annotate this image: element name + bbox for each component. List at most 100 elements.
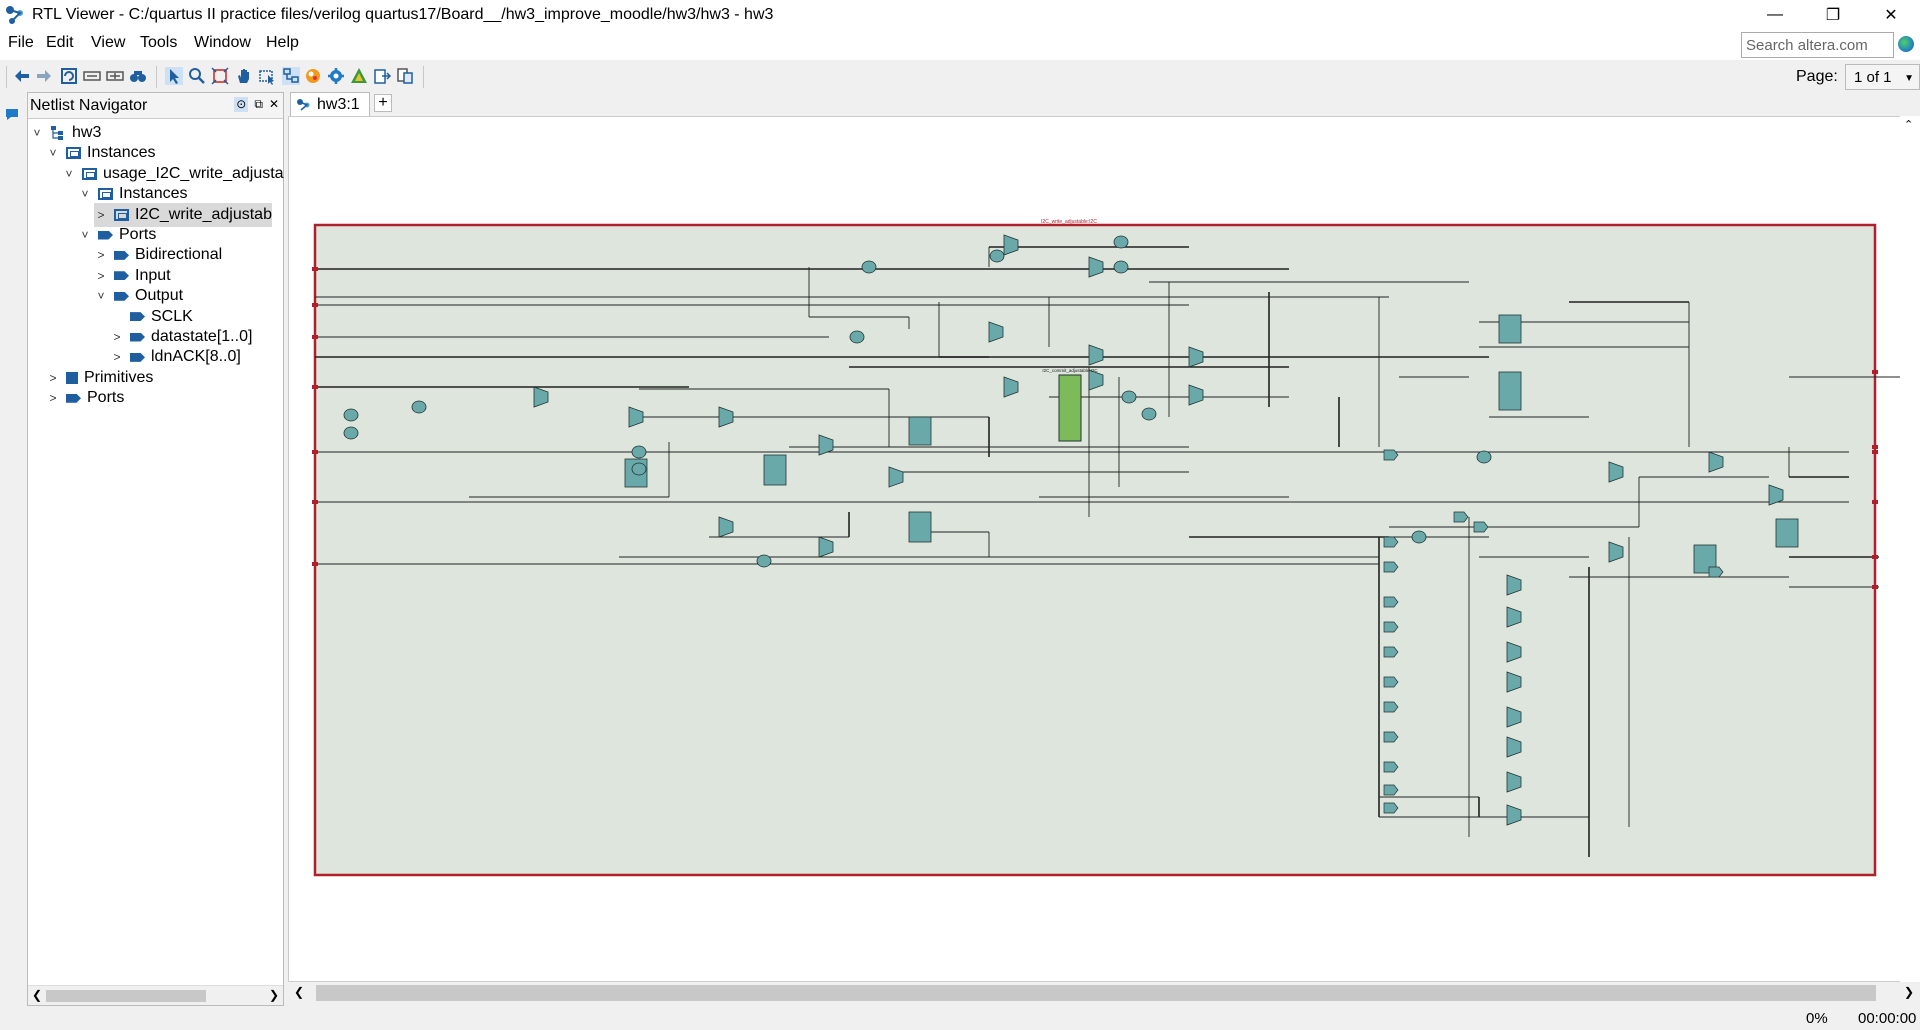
menu-file[interactable]: File [8,34,34,52]
chevron-right-icon[interactable]: ˃ [110,330,124,344]
status-time: 00:00:00 [1858,1010,1917,1027]
close-icon[interactable]: ✕ [269,97,279,112]
page-icon[interactable] [396,67,414,85]
chevron-down-icon[interactable]: ˅ [78,187,92,201]
comparator-block [1121,390,1137,404]
menu-window[interactable]: Window [194,34,251,52]
instance-icon [98,188,113,201]
find-icon[interactable] [129,67,147,85]
chevron-down-icon[interactable]: ˅ [94,289,108,303]
restore-button[interactable]: ❐ [1804,0,1862,30]
port-marker [1872,555,1878,559]
comparator-block [989,249,1005,263]
chevron-down-icon[interactable]: ˅ [62,167,76,181]
chevron-down-icon[interactable]: ˅ [30,126,44,140]
port-marker [1872,450,1878,454]
port-marker [312,500,318,504]
port-icon [130,332,145,342]
tree-item-label: Bidirectional [135,246,223,264]
port-marker [1872,370,1878,374]
scroll-right-icon[interactable]: ❯ [1904,985,1914,999]
menu-tools[interactable]: Tools [140,34,177,52]
menu-help[interactable]: Help [266,34,299,52]
select-icon[interactable] [165,67,183,85]
instance-label: I2C_commit_adjustable:I2C [1042,368,1098,373]
port-marker [312,450,318,454]
settings-icon[interactable] [327,67,345,85]
tree-item-ports[interactable]: ˃ Ports [46,386,124,410]
back-icon[interactable] [13,67,31,85]
schematic-canvas[interactable]: I2C_write_adjustable:I2C I2C_commit_adjus… [288,116,1902,982]
port-icon [114,291,129,301]
filter-icon[interactable] [350,67,368,85]
tab-label: hw3:1 [317,95,360,113]
color-icon[interactable] [304,67,322,85]
status-progress: 0% [1806,1010,1828,1027]
tab-hw3[interactable]: hw3:1 [290,92,370,116]
register-block [763,454,787,486]
scrollbar-thumb[interactable] [46,990,206,1002]
instance-block [1058,374,1082,442]
chevron-right-icon[interactable]: ˃ [46,371,60,385]
tab-bar: hw3:1 + [288,92,1920,116]
instance-icon [82,167,97,180]
tree-item-label: Primitives [84,368,154,386]
forward-icon[interactable] [35,67,53,85]
globe-icon[interactable] [1898,36,1914,52]
module-label: I2C_write_adjustable:I2C [1041,219,1097,225]
tree-item-label: Ports [87,389,125,407]
chevron-right-icon[interactable]: ˃ [94,248,108,262]
pin-icon[interactable]: ⊙ [234,97,249,112]
minimize-button[interactable]: — [1746,0,1804,30]
port-marker [312,267,318,271]
comparator-block [1476,450,1492,464]
fit-icon[interactable] [211,67,229,85]
canvas-vscrollbar[interactable]: ⌃ [1900,116,1920,982]
hand-icon[interactable] [235,67,253,85]
schematic-svg: I2C_write_adjustable:I2C I2C_commit_adjus… [312,219,1901,877]
chevron-right-icon[interactable]: ˃ [94,208,108,222]
navigator-hscrollbar[interactable]: ❮ ❯ [28,985,283,1005]
scrollbar-thumb[interactable] [316,985,1876,1001]
refresh-icon[interactable] [60,67,78,85]
chevron-right-icon[interactable]: ˃ [94,269,108,283]
export-icon[interactable] [373,67,391,85]
scroll-left-icon[interactable]: ❮ [294,985,304,999]
hierarchy-icon [50,125,66,141]
area-select-icon[interactable] [258,67,276,85]
comparator-block [1113,260,1129,274]
port-icon [130,352,145,362]
comparator-block [849,330,865,344]
title-bar: RTL Viewer - C:/quartus II practice file… [0,0,1920,30]
port-icon [66,393,81,403]
chevron-right-icon[interactable]: ˃ [46,391,60,405]
add-tab-button[interactable]: + [374,94,392,112]
tree-item-label: Ports [119,226,157,243]
register-block [908,416,932,446]
close-button[interactable]: ✕ [1862,0,1920,30]
canvas-hscrollbar[interactable]: ❮ ❯ [288,982,1920,1004]
scroll-up-icon[interactable]: ⌃ [1904,118,1913,131]
search-input[interactable]: Search altera.com [1741,32,1894,58]
comparator-block [756,554,772,568]
menu-edit[interactable]: Edit [46,34,74,52]
netlist-icon[interactable] [282,67,300,85]
scroll-right-icon[interactable]: ❯ [269,988,279,1002]
port-icon [98,230,113,240]
page-select[interactable]: 1 of 1 ▼ [1845,64,1920,90]
float-icon[interactable]: ⧉ [254,97,263,112]
window-title: RTL Viewer - C:/quartus II practice file… [32,6,774,23]
chevron-down-icon[interactable]: ˅ [46,146,60,160]
menu-bar: File Edit View Tools Window Help [0,30,1920,60]
scroll-left-icon[interactable]: ❮ [32,988,42,1002]
expand-icon[interactable] [106,67,124,85]
chat-bubble-icon[interactable] [4,106,20,122]
menu-view[interactable]: View [91,34,125,52]
zoom-icon[interactable] [188,67,206,85]
comparator-block [343,408,359,422]
chevron-right-icon[interactable]: ˃ [110,350,124,364]
collapse-icon[interactable] [83,67,101,85]
comparator-block [1411,530,1427,544]
tree-item-label: I2C_write_adjustab [135,205,272,223]
chevron-down-icon[interactable]: ˅ [78,228,92,242]
